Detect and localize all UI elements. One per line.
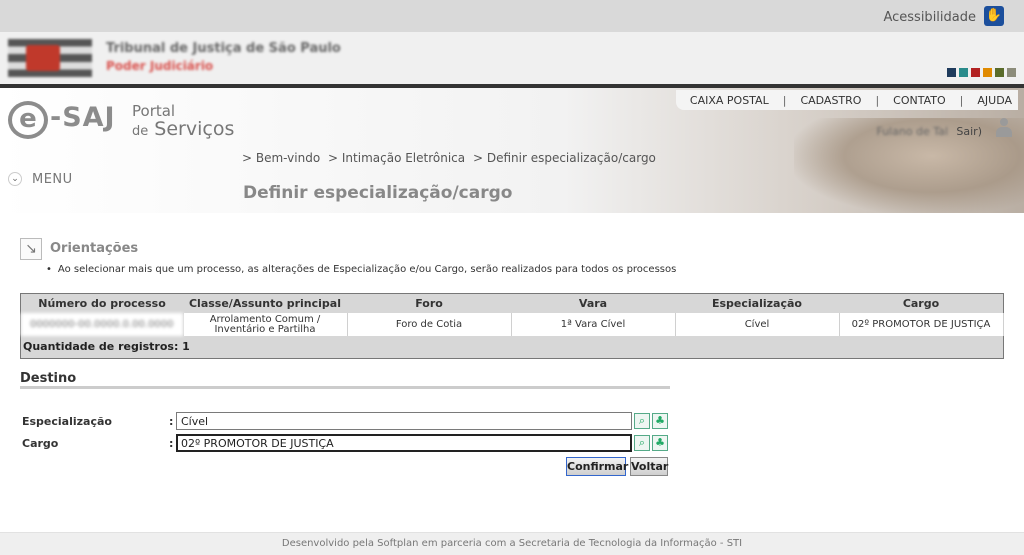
table-row[interactable]: 0000000-00.0000.0.00.0000 Arrolamento Co… [21, 313, 1004, 336]
column-header: Vara [511, 294, 675, 313]
servicos-label: de Serviços [132, 118, 235, 140]
court-name: Tribunal de Justiça de São Paulo [106, 41, 341, 56]
search-icon[interactable]: ⌕ [634, 413, 650, 429]
cargo-cell: 02º PROMOTOR DE JUSTIÇA [839, 313, 1004, 336]
breadcrumb: > Bem-vindo > Intimação Eletrônica > Def… [242, 151, 660, 165]
tree-icon[interactable]: ♣ [652, 435, 668, 451]
top-navigation: CAIXA POSTAL | CADASTRO | CONTATO | AJUD… [675, 90, 1018, 110]
cargo-field[interactable] [176, 434, 632, 452]
tree-icon[interactable]: ♣ [652, 413, 668, 429]
breadcrumb-intimacao[interactable]: > Intimação Eletrônica [328, 151, 465, 165]
vara-cell: 1ª Vara Cível [511, 313, 676, 336]
especializacao-field[interactable] [176, 412, 632, 430]
table-header-row: Número do processo Classe/Assunto princi… [21, 294, 1003, 313]
menu-toggle[interactable]: ⌄ MENU [0, 168, 240, 190]
especializacao-cell: Cível [675, 313, 840, 336]
colon: : [169, 415, 174, 428]
theme-swatch[interactable] [959, 68, 968, 77]
arrow-down-right-icon: ↘ [20, 238, 42, 260]
theme-swatch[interactable] [983, 68, 992, 77]
esaj-logo: e [8, 101, 48, 139]
accessibility-bar: Acessibilidade ✋ [0, 0, 1024, 32]
user-name: Fulano de Tal [876, 125, 948, 138]
column-header: Número do processo [21, 294, 183, 313]
breadcrumb-bem-vindo[interactable]: > Bem-vindo [242, 151, 320, 165]
chevron-down-icon: ⌄ [8, 172, 22, 186]
flag-logo [8, 39, 92, 77]
back-button[interactable]: Voltar [630, 457, 668, 476]
user-icon [996, 118, 1012, 138]
breadcrumb-current: > Definir especialização/cargo [472, 151, 656, 165]
esaj-logo-text: -SAJ [50, 102, 116, 133]
theme-swatch[interactable] [947, 68, 956, 77]
orientacoes-bullet: Ao selecionar mais que um processo, as a… [46, 264, 676, 275]
confirm-button[interactable]: Confirmar [566, 457, 628, 476]
column-header: Classe/Assunto principal [183, 294, 347, 313]
process-table: Número do processo Classe/Assunto princi… [20, 293, 1004, 359]
especializacao-label: Especialização [22, 415, 112, 428]
nav-contato[interactable]: CONTATO [893, 94, 945, 107]
orientacoes-title: Orientações [50, 241, 139, 256]
colon: : [169, 437, 174, 450]
page-title: Definir especialização/cargo [243, 183, 513, 203]
theme-swatch[interactable] [995, 68, 1004, 77]
column-header: Cargo [839, 294, 1003, 313]
footer-text: Desenvolvido pela Softplan em parceria c… [0, 532, 1024, 555]
esaj-header: e -SAJ Portal de Serviços CAIXA POSTAL |… [0, 88, 1024, 213]
hand-icon[interactable]: ✋ [984, 6, 1004, 26]
nav-caixa-postal[interactable]: CAIXA POSTAL [690, 94, 769, 107]
portal-label: Portal [132, 102, 176, 120]
menu-label: MENU [32, 172, 73, 187]
nav-ajuda[interactable]: AJUDA [977, 94, 1012, 107]
theme-swatch[interactable] [1007, 68, 1016, 77]
process-number-cell[interactable]: 0000000-00.0000.0.00.0000 [21, 313, 184, 336]
nav-cadastro[interactable]: CADASTRO [800, 94, 861, 107]
accessibility-link[interactable]: Acessibilidade [883, 10, 976, 25]
record-count: Quantidade de registros: 1 [23, 340, 190, 353]
court-subtitle: Poder Judiciário [106, 59, 214, 73]
foro-cell: Foro de Cotia [347, 313, 512, 336]
court-header: Tribunal de Justiça de São Paulo Poder J… [0, 32, 1024, 85]
column-header: Foro [347, 294, 511, 313]
destino-title: Destino [20, 371, 77, 386]
cargo-label: Cargo [22, 437, 59, 450]
logout-link[interactable]: Sair) [956, 125, 982, 138]
column-header: Especialização [675, 294, 839, 313]
theme-swatches [947, 68, 1016, 77]
page-root: Acessibilidade ✋ Tribunal de Justiça de … [0, 0, 1024, 555]
class-cell: Arrolamento Comum / Inventário e Partilh… [183, 313, 348, 336]
destino-divider [20, 386, 670, 389]
theme-swatch[interactable] [971, 68, 980, 77]
search-icon[interactable]: ⌕ [634, 435, 650, 451]
